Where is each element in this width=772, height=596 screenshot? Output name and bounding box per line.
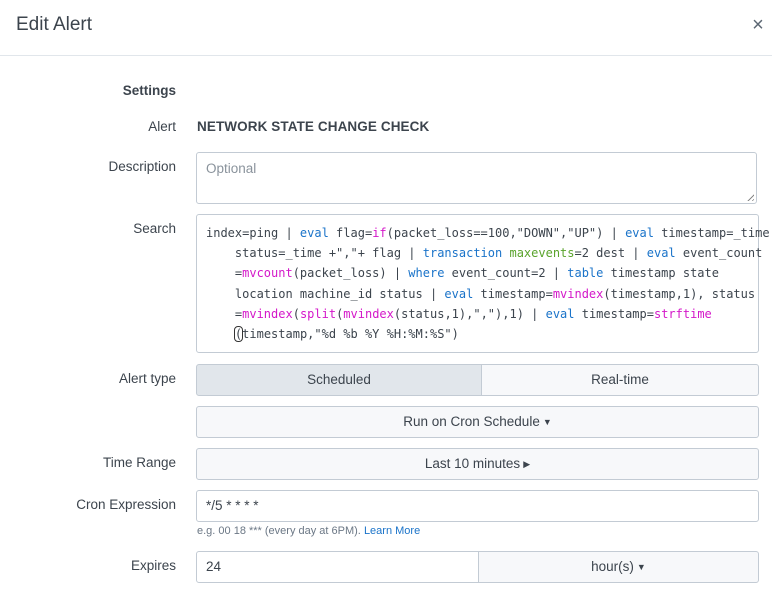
- description-textarea[interactable]: Optional: [196, 152, 757, 204]
- search-token: flag=: [328, 226, 373, 240]
- search-token: index=ping |: [206, 226, 300, 240]
- dialog-header: Edit Alert ×: [0, 0, 772, 56]
- cron-hint: e.g. 00 18 *** (every day at 6PM). Learn…: [197, 525, 420, 537]
- search-token: event_count: [675, 246, 763, 261]
- schedule-value: Run on Cron Schedule: [403, 414, 540, 429]
- time-range-picker[interactable]: Last 10 minutes ▶: [196, 448, 759, 480]
- schedule-dropdown[interactable]: Run on Cron Schedule ▼: [196, 406, 759, 438]
- search-query-line: =mvindex(split(mvindex(status,1),","),1)…: [206, 304, 754, 324]
- time-range-value: Last 10 minutes: [424, 456, 521, 471]
- search-token: timestamp,"%d %b %Y %H:%M:%S"): [242, 327, 459, 342]
- search-token: (packet_loss==100,"DOWN","UP") |: [386, 226, 626, 240]
- search-function: mvindex: [343, 306, 394, 321]
- search-keyword: table: [567, 266, 604, 281]
- cron-hint-text: e.g. 00 18 *** (every day at 6PM).: [197, 525, 361, 537]
- search-function: split: [299, 306, 337, 321]
- learn-more-link[interactable]: Learn More: [364, 525, 420, 537]
- search-keyword: eval: [646, 246, 676, 261]
- section-heading-settings: Settings: [122, 83, 176, 98]
- search-token: event_count=2 |: [444, 266, 568, 281]
- search-query-line: index=ping | eval flag=if(packet_loss==1…: [206, 223, 772, 243]
- search-function: mvcount: [242, 266, 293, 281]
- alert-label: Alert: [148, 119, 176, 134]
- search-token: timestamp state: [603, 266, 719, 281]
- alert-type-label: Alert type: [118, 371, 176, 386]
- search-query-code[interactable]: index=ping | eval flag=if(packet_loss==1…: [206, 223, 772, 344]
- expires-unit-dropdown[interactable]: hour(s) ▼: [478, 551, 759, 583]
- cron-expression-input[interactable]: */5 * * * *: [196, 490, 759, 522]
- search-token: (packet_loss) |: [292, 266, 409, 281]
- dialog-title: Edit Alert: [16, 14, 93, 35]
- description-label: Description: [108, 159, 176, 174]
- search-token: (: [292, 306, 300, 321]
- cron-expression-label: Cron Expression: [76, 497, 176, 512]
- search-token: (timestamp,1), status: [603, 286, 756, 301]
- search-function: strftime: [653, 306, 712, 321]
- expires-input[interactable]: 24: [196, 551, 479, 583]
- search-query-line: =mvcount(packet_loss) | where event_coun…: [206, 263, 754, 283]
- caret-down-icon: ▼: [636, 562, 646, 572]
- search-keyword: transaction: [422, 246, 503, 261]
- expires-unit-value: hour(s): [591, 559, 634, 574]
- search-token: [206, 327, 235, 341]
- search-label: Search: [133, 221, 176, 236]
- search-keyword: eval: [299, 226, 329, 240]
- search-token: =: [206, 266, 243, 281]
- search-token: (status,1),","),1) |: [393, 306, 546, 321]
- search-token: timestamp=: [574, 306, 654, 321]
- description-placeholder: Optional: [206, 161, 257, 176]
- alert-type-scheduled-button[interactable]: Scheduled: [196, 364, 482, 396]
- expires-label: Expires: [130, 558, 176, 573]
- alert-name-value: NETWORK STATE CHANGE CHECK: [197, 119, 430, 134]
- search-function: mvindex: [552, 286, 604, 301]
- search-keyword: where: [408, 266, 445, 281]
- time-range-label: Time Range: [102, 455, 176, 470]
- search-keyword: eval: [625, 226, 654, 240]
- search-query-line: (timestamp,"%d %b %Y %H:%M:%S"): [206, 324, 754, 344]
- search-token: location machine_id status |: [206, 286, 445, 301]
- search-keyword: eval: [444, 286, 474, 301]
- close-icon[interactable]: ×: [748, 14, 768, 36]
- alert-type-realtime-button[interactable]: Real-time: [481, 364, 759, 396]
- search-query-line: status=_time +","+ flag | transaction ma…: [206, 243, 762, 263]
- search-query-line: location machine_id status | eval timest…: [206, 284, 756, 304]
- search-token: status=_time +","+ flag |: [206, 246, 423, 261]
- caret-down-icon: ▼: [542, 417, 552, 427]
- search-function: if: [372, 226, 387, 240]
- search-query-editor[interactable]: index=ping | eval flag=if(packet_loss==1…: [196, 214, 772, 353]
- alert-type-toggle: Scheduled Real-time: [196, 364, 759, 396]
- search-function: mvindex: [242, 306, 293, 321]
- search-keyword: eval: [545, 306, 575, 321]
- dialog-body: Settings Alert NETWORK STATE CHANGE CHEC…: [0, 56, 772, 596]
- search-token: timestamp=_time,: [653, 226, 772, 240]
- caret-right-icon: ▶: [523, 459, 531, 469]
- search-token: =2 dest |: [574, 246, 647, 261]
- search-argument: maxevents: [509, 246, 575, 261]
- resize-handle-icon[interactable]: [745, 192, 754, 201]
- search-token: timestamp=: [473, 286, 553, 301]
- search-token: =: [206, 306, 243, 321]
